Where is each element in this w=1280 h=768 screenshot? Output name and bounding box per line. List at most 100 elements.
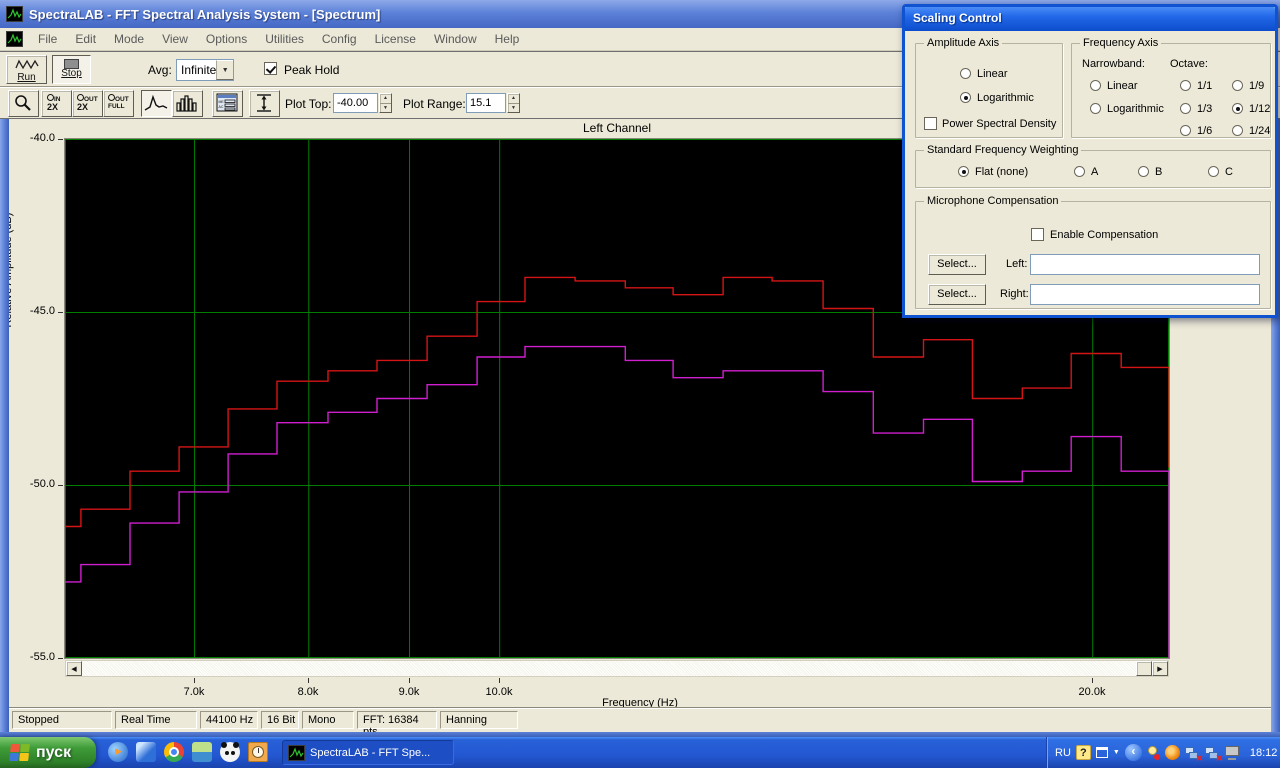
scroll-left-button[interactable]: ◀ xyxy=(66,661,82,676)
zoom-tool-button[interactable] xyxy=(8,90,39,117)
menu-item-file[interactable]: File xyxy=(29,29,66,49)
spinner-up-icon: ▲ xyxy=(508,94,519,103)
plot-range-input[interactable]: 15.1 xyxy=(466,93,506,113)
select-right-button[interactable]: Select... xyxy=(928,284,986,305)
amplitude-log-radio[interactable] xyxy=(960,92,971,103)
plot-range-spinner[interactable]: ▲▼ xyxy=(507,93,520,113)
psd-checkbox[interactable] xyxy=(924,117,937,130)
taskbar: пуск ▶ SpectraLAB - FFT Spe... RU ? ▼ xyxy=(0,737,1280,768)
octave-1-3-radio[interactable] xyxy=(1180,103,1191,114)
language-indicator[interactable]: RU xyxy=(1055,747,1071,759)
zoom-in-2x-button[interactable]: IN2X xyxy=(41,90,72,117)
chevron-down-icon[interactable]: ▼ xyxy=(216,60,233,80)
menu-item-config[interactable]: Config xyxy=(313,29,366,49)
zoom-out-2x-button[interactable]: OUT2X xyxy=(72,90,103,117)
group-label: Amplitude Axis xyxy=(924,37,1002,49)
orange-app-icon[interactable] xyxy=(1165,745,1180,760)
narrowband-linear-radio[interactable] xyxy=(1090,80,1101,91)
keyboard-help-icon[interactable]: ? xyxy=(1076,745,1091,760)
averaging-dropdown[interactable]: Infinite ▼ xyxy=(176,59,234,81)
octave-1-9-radio[interactable] xyxy=(1232,80,1243,91)
x-tick xyxy=(409,678,410,683)
plot-top-spinner[interactable]: ▲▼ xyxy=(379,93,392,113)
bars-view-button[interactable] xyxy=(172,90,203,117)
octave-1-6-radio[interactable] xyxy=(1180,125,1191,136)
screen: SpectraLAB - FFT Spectral Analysis Syste… xyxy=(0,0,1280,768)
panda-icon[interactable] xyxy=(220,742,240,762)
amplitude-linear-radio[interactable] xyxy=(960,68,971,79)
weighting-c-label: C xyxy=(1225,166,1233,178)
chrome-icon[interactable] xyxy=(164,742,184,762)
dropdown-arrow-icon[interactable]: ▼ xyxy=(1113,749,1120,756)
plot-top-label: Plot Top: xyxy=(285,97,331,111)
scrollbar-thumb[interactable] xyxy=(1136,661,1152,676)
media-player-icon[interactable]: ▶ xyxy=(108,742,128,762)
bar-graph-icon xyxy=(175,94,199,112)
display-icon[interactable] xyxy=(1225,745,1241,760)
peak-hold-checkbox[interactable] xyxy=(264,62,277,75)
weighting-flat-radio[interactable] xyxy=(958,166,969,177)
left-compensation-input[interactable] xyxy=(1030,254,1260,275)
stop-button-label: Stop xyxy=(53,68,90,79)
weighting-c-radio[interactable] xyxy=(1208,166,1219,177)
vertical-scale-button[interactable] xyxy=(249,90,280,117)
group-label: Frequency Axis xyxy=(1080,37,1161,49)
zoom-out-full-button[interactable]: OUTFULL xyxy=(103,90,134,117)
horizontal-scrollbar[interactable]: ◀ ▶ xyxy=(65,660,1169,677)
key-alert-icon[interactable] xyxy=(1147,745,1160,760)
select-left-button[interactable]: Select... xyxy=(928,254,986,275)
vertical-range-icon xyxy=(252,93,276,113)
menu-item-utilities[interactable]: Utilities xyxy=(256,29,313,49)
run-button[interactable]: Run xyxy=(6,55,47,84)
weighting-a-radio[interactable] xyxy=(1074,166,1085,177)
enable-compensation-checkbox[interactable] xyxy=(1031,228,1044,241)
messenger-icon[interactable] xyxy=(136,742,156,762)
octave-1-12-radio[interactable] xyxy=(1232,103,1243,114)
narrowband-label: Narrowband: xyxy=(1082,58,1145,70)
svg-text:ME: ME xyxy=(219,100,225,104)
spinner-down-icon: ▼ xyxy=(380,103,391,113)
menu-item-edit[interactable]: Edit xyxy=(66,29,105,49)
options-list-icon: MEAC xyxy=(215,93,239,113)
start-button[interactable]: пуск xyxy=(0,737,96,768)
taskbar-app-button[interactable]: SpectraLAB - FFT Spe... xyxy=(282,740,454,765)
menu-item-window[interactable]: Window xyxy=(425,29,486,49)
menu-item-options[interactable]: Options xyxy=(197,29,256,49)
dialog-titlebar[interactable]: Scaling Control xyxy=(905,7,1275,31)
narrowband-log-radio[interactable] xyxy=(1090,103,1101,114)
octave-1-1-label: 1/1 xyxy=(1197,80,1212,92)
magnifier-icon xyxy=(77,94,84,101)
menu-item-license[interactable]: License xyxy=(366,29,425,49)
status-panel: 44100 Hz xyxy=(200,711,258,729)
run-button-label: Run xyxy=(7,72,46,83)
octave-label: Octave: xyxy=(1170,58,1208,70)
octave-1-24-radio[interactable] xyxy=(1232,125,1243,136)
trace-current xyxy=(65,347,1169,658)
octave-1-1-radio[interactable] xyxy=(1180,80,1191,91)
right-compensation-input[interactable] xyxy=(1030,284,1260,305)
hide-icons-chevron[interactable]: ‹ xyxy=(1125,744,1142,761)
scroll-right-button[interactable]: ▶ xyxy=(1152,661,1168,676)
plot-top-input[interactable]: -40.00 xyxy=(333,93,378,113)
clock-icon[interactable] xyxy=(248,742,268,762)
menu-item-view[interactable]: View xyxy=(153,29,197,49)
left-file-label: Left: xyxy=(1006,258,1027,270)
stop-button[interactable]: Stop xyxy=(52,55,91,84)
network-offline-2-icon[interactable] xyxy=(1205,745,1220,760)
octave-1-24-label: 1/24 xyxy=(1249,125,1270,137)
child-window-icon[interactable] xyxy=(6,31,23,47)
magnifier-icon xyxy=(47,94,54,101)
network-offline-icon[interactable] xyxy=(1185,745,1200,760)
magnifier-icon xyxy=(13,94,33,114)
menu-item-help[interactable]: Help xyxy=(486,29,529,49)
display-options-button[interactable]: MEAC xyxy=(212,90,243,117)
start-button-label: пуск xyxy=(36,744,71,762)
spectrum-view-button[interactable] xyxy=(141,90,172,117)
weighting-group: Standard Frequency Weighting Flat (none)… xyxy=(915,150,1271,188)
picture-viewer-icon[interactable] xyxy=(192,742,212,762)
tray-clock[interactable]: 18:12 xyxy=(1250,747,1278,759)
menu-item-mode[interactable]: Mode xyxy=(105,29,153,49)
weighting-b-radio[interactable] xyxy=(1138,166,1149,177)
status-panel: Real Time xyxy=(115,711,197,729)
window-restore-icon[interactable] xyxy=(1096,747,1108,758)
